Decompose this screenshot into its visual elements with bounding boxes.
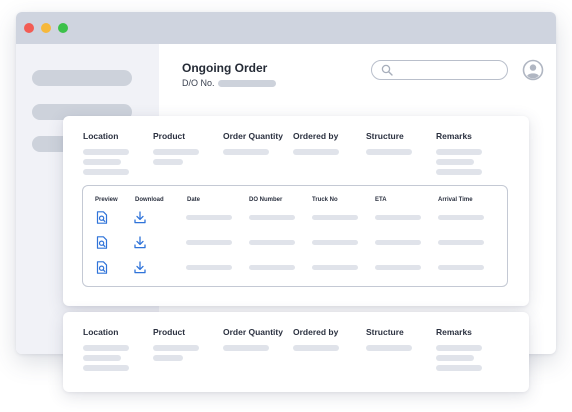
page-title: Ongoing Order xyxy=(182,61,268,75)
column-header-arrival-time: Arrival Time xyxy=(438,197,473,203)
document-search-icon[interactable] xyxy=(96,236,108,249)
column-header-order-quantity: Order Quantity xyxy=(223,327,283,337)
column-header-location: Location xyxy=(83,327,119,337)
user-avatar-icon[interactable] xyxy=(522,59,544,81)
search-input[interactable] xyxy=(371,60,508,80)
location-value-placeholder xyxy=(83,365,129,371)
document-search-icon[interactable] xyxy=(96,261,108,274)
product-value-placeholder xyxy=(153,345,199,351)
date-value-placeholder xyxy=(186,215,232,220)
arrival-time-value-placeholder xyxy=(438,240,484,245)
download-icon[interactable] xyxy=(134,211,146,224)
eta-value-placeholder xyxy=(375,265,421,270)
download-icon[interactable] xyxy=(134,236,146,249)
order-quantity-value-placeholder xyxy=(223,345,269,351)
eta-value-placeholder xyxy=(375,215,421,220)
date-value-placeholder xyxy=(186,240,232,245)
document-search-icon[interactable] xyxy=(96,211,108,224)
remarks-value-placeholder xyxy=(436,159,474,165)
truck-no-value-placeholder xyxy=(312,265,358,270)
do-number-row: D/O No. xyxy=(182,78,276,88)
sidebar-item-placeholder[interactable] xyxy=(32,70,132,86)
column-header-download: Download xyxy=(135,197,164,203)
download-icon[interactable] xyxy=(134,261,146,274)
column-header-ordered-by: Ordered by xyxy=(293,131,339,141)
column-header-structure: Structure xyxy=(366,131,404,141)
arrival-time-value-placeholder xyxy=(438,265,484,270)
remarks-value-placeholder xyxy=(436,355,474,361)
column-header-remarks: Remarks xyxy=(436,131,472,141)
close-window-button[interactable] xyxy=(24,23,34,33)
column-header-product: Product xyxy=(153,327,186,337)
product-value-placeholder xyxy=(153,159,183,165)
column-header-product: Product xyxy=(153,131,186,141)
column-header-structure: Structure xyxy=(366,327,404,337)
minimize-window-button[interactable] xyxy=(41,23,51,33)
location-value-placeholder xyxy=(83,149,129,155)
ordered-by-value-placeholder xyxy=(293,149,339,155)
shipment-table: Preview Download Date DO Number Truck No… xyxy=(82,185,508,287)
column-header-date: Date xyxy=(187,197,201,203)
remarks-value-placeholder xyxy=(436,345,482,351)
do-number-label: D/O No. xyxy=(182,78,215,88)
do-number-value-placeholder xyxy=(249,265,295,270)
truck-no-value-placeholder xyxy=(312,240,358,245)
date-value-placeholder xyxy=(186,265,232,270)
location-value-placeholder xyxy=(83,355,121,361)
column-header-do-number: DO Number xyxy=(249,197,283,203)
column-header-eta: ETA xyxy=(375,197,387,203)
location-value-placeholder xyxy=(83,159,121,165)
column-header-ordered-by: Ordered by xyxy=(293,327,339,337)
do-number-value-placeholder xyxy=(217,79,276,87)
order-card: Location Product Order Quantity Ordered … xyxy=(63,116,529,306)
eta-value-placeholder xyxy=(375,240,421,245)
structure-value-placeholder xyxy=(366,345,412,351)
column-header-order-quantity: Order Quantity xyxy=(223,131,283,141)
search-icon xyxy=(381,64,393,76)
product-value-placeholder xyxy=(153,355,183,361)
structure-value-placeholder xyxy=(366,149,412,155)
column-header-location: Location xyxy=(83,131,119,141)
order-quantity-value-placeholder xyxy=(223,149,269,155)
column-header-remarks: Remarks xyxy=(436,327,472,337)
remarks-value-placeholder xyxy=(436,169,482,175)
remarks-value-placeholder xyxy=(436,365,482,371)
order-card: Location Product Order Quantity Ordered … xyxy=(63,312,529,392)
location-value-placeholder xyxy=(83,345,129,351)
maximize-window-button[interactable] xyxy=(58,23,68,33)
remarks-value-placeholder xyxy=(436,149,482,155)
column-header-preview: Preview xyxy=(95,197,118,203)
product-value-placeholder xyxy=(153,149,199,155)
do-number-value-placeholder xyxy=(249,215,295,220)
ordered-by-value-placeholder xyxy=(293,345,339,351)
do-number-value-placeholder xyxy=(249,240,295,245)
arrival-time-value-placeholder xyxy=(438,215,484,220)
title-bar xyxy=(16,12,556,44)
truck-no-value-placeholder xyxy=(312,215,358,220)
column-header-truck-no: Truck No xyxy=(312,197,338,203)
location-value-placeholder xyxy=(83,169,129,175)
